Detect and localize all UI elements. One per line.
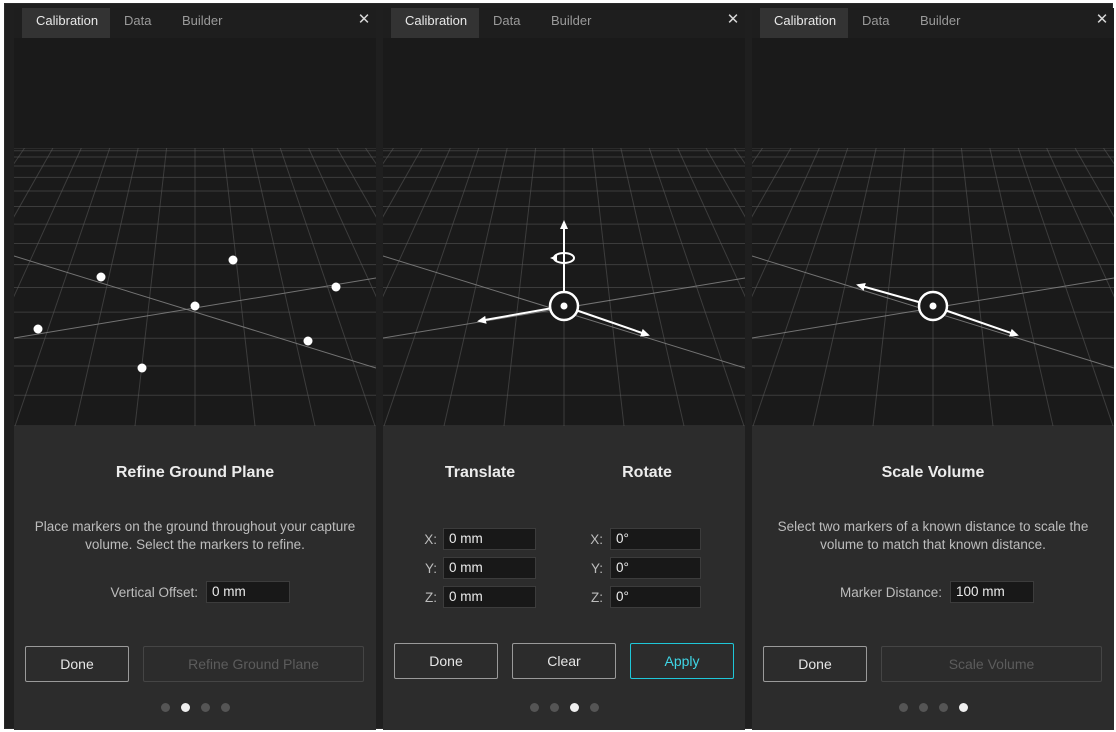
tab-builder[interactable]: Builder	[537, 8, 605, 38]
tab-bar: Calibration Data Builder ✕	[14, 8, 376, 38]
panel-title: Scale Volume	[881, 464, 985, 481]
marker	[33, 324, 43, 334]
tab-builder[interactable]: Builder	[906, 8, 974, 38]
translate-z-label: Z:	[425, 590, 437, 605]
tab-builder[interactable]: Builder	[168, 8, 236, 38]
done-button[interactable]: Done	[763, 646, 867, 682]
panel-content: Refine Ground Plane Place markers on the…	[14, 426, 376, 730]
tab-data[interactable]: Data	[848, 8, 903, 38]
rotate-x-input[interactable]: 0°	[610, 528, 701, 550]
rotate-z-input[interactable]: 0°	[610, 586, 701, 608]
translate-y-label: Y:	[424, 561, 437, 576]
calibration-wizard-frame: Calibration Data Builder ✕ Refine Ground…	[4, 3, 1114, 730]
marker-distance-label: Marker Distance:	[839, 585, 942, 600]
rotate-x-label: X:	[590, 532, 603, 547]
marker	[331, 282, 341, 292]
page-indicator	[14, 703, 376, 713]
tab-data[interactable]: Data	[479, 8, 534, 38]
page-indicator	[752, 703, 1114, 713]
page-dot[interactable]	[200, 703, 210, 712]
vertical-offset-input[interactable]: 0 mm	[206, 581, 290, 603]
page-indicator	[383, 703, 745, 713]
scale-volume-button[interactable]: Scale Volume	[881, 646, 1102, 682]
page-dot[interactable]	[549, 703, 559, 712]
refine-ground-plane-button[interactable]: Refine Ground Plane	[143, 646, 364, 682]
translate-z-input[interactable]: 0 mm	[443, 586, 536, 608]
done-button[interactable]: Done	[394, 643, 498, 679]
clear-button[interactable]: Clear	[512, 643, 616, 679]
panel-content: Scale Volume Select two markers of a kno…	[752, 426, 1114, 730]
page-dot[interactable]	[938, 703, 948, 712]
vertical-offset-label: Vertical Offset:	[110, 585, 198, 600]
3d-viewport[interactable]	[383, 38, 745, 426]
page-dot[interactable]	[589, 703, 599, 712]
page-dot-active[interactable]	[180, 703, 190, 712]
rotate-title: Rotate	[622, 464, 672, 481]
page-dot[interactable]	[918, 703, 928, 712]
tab-calibration[interactable]: Calibration	[22, 8, 110, 38]
rotate-y-input[interactable]: 0°	[610, 557, 701, 579]
marker	[303, 336, 313, 346]
panel-content: Translate Rotate X: 0 mm Y: 0 mm Z: 0 mm…	[383, 426, 745, 730]
rotate-y-label: Y:	[590, 561, 603, 576]
page-dot-active[interactable]	[958, 703, 968, 712]
translate-y-input[interactable]: 0 mm	[443, 557, 536, 579]
marker	[190, 301, 200, 311]
tab-bar: Calibration Data Builder ✕	[752, 8, 1114, 38]
page-dot[interactable]	[160, 703, 170, 712]
done-button[interactable]: Done	[25, 646, 129, 682]
marker-distance-input[interactable]: 100 mm	[950, 581, 1034, 603]
apply-button[interactable]: Apply	[630, 643, 734, 679]
translate-x-label: X:	[424, 532, 437, 547]
translate-x-input[interactable]: 0 mm	[443, 528, 536, 550]
page-dot[interactable]	[529, 703, 539, 712]
panel-title: Refine Ground Plane	[115, 464, 275, 481]
close-icon[interactable]: ✕	[725, 12, 741, 28]
scale-gizmo-icon[interactable]	[752, 38, 1114, 426]
tab-bar: Calibration Data Builder ✕	[383, 8, 745, 38]
3d-viewport[interactable]	[752, 38, 1114, 426]
tab-data[interactable]: Data	[110, 8, 165, 38]
translate-title: Translate	[444, 464, 516, 481]
panel-description: Place markers on the ground throughout y…	[34, 519, 356, 552]
page-dot[interactable]	[898, 703, 908, 712]
panel-description: Select two markers of a known distance t…	[777, 519, 1089, 552]
close-icon[interactable]: ✕	[1094, 12, 1110, 28]
page-dot-active[interactable]	[569, 703, 579, 712]
3d-viewport[interactable]	[14, 38, 376, 426]
refine-ground-plane-panel: Calibration Data Builder ✕ Refine Ground…	[14, 8, 376, 730]
ground-markers	[33, 255, 341, 373]
close-icon[interactable]: ✕	[356, 12, 372, 28]
tab-calibration[interactable]: Calibration	[391, 8, 479, 38]
marker	[228, 255, 238, 265]
page-dot[interactable]	[220, 703, 230, 712]
marker	[137, 363, 147, 373]
scale-volume-panel: Calibration Data Builder ✕ Scale Volume	[752, 8, 1114, 730]
tab-calibration[interactable]: Calibration	[760, 8, 848, 38]
rotate-z-label: Z:	[591, 590, 603, 605]
translate-rotate-panel: Calibration Data Builder ✕ Translate Rot…	[383, 8, 745, 730]
marker	[96, 272, 106, 282]
transform-gizmo-icon[interactable]	[383, 38, 745, 426]
